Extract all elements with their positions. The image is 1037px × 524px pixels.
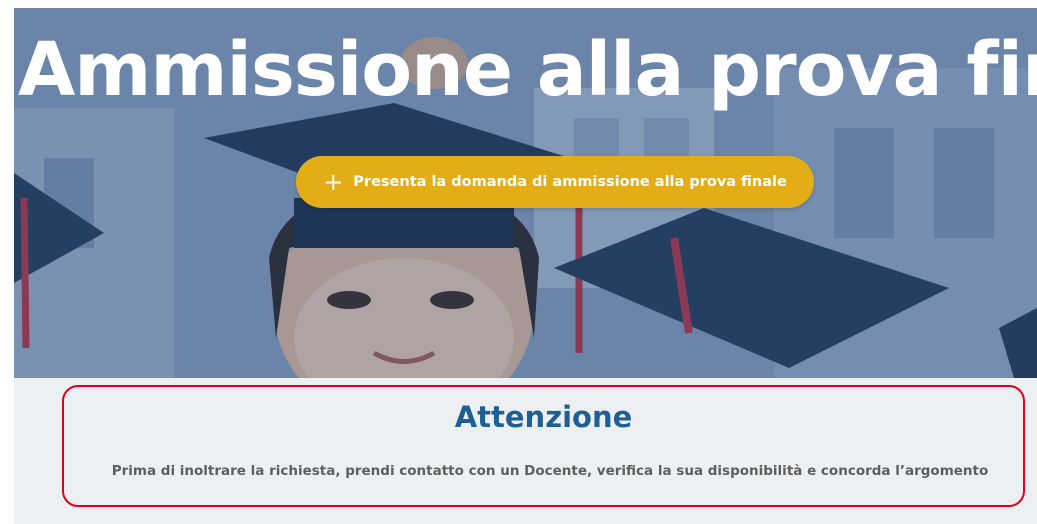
apply-final-exam-button[interactable]: + Presenta la domanda di ammissione alla… — [296, 156, 814, 208]
notice-title: Attenzione — [454, 400, 633, 434]
plus-icon: + — [323, 168, 344, 196]
apply-button-label: Presenta la domanda di ammissione alla p… — [353, 174, 787, 190]
hero-banner: Ammissione alla prova finale + Presenta … — [14, 8, 1037, 378]
notice-text: Prima di inoltrare la richiesta, prendi … — [111, 463, 989, 479]
page-title: Ammissione alla prova finale — [18, 27, 1037, 113]
